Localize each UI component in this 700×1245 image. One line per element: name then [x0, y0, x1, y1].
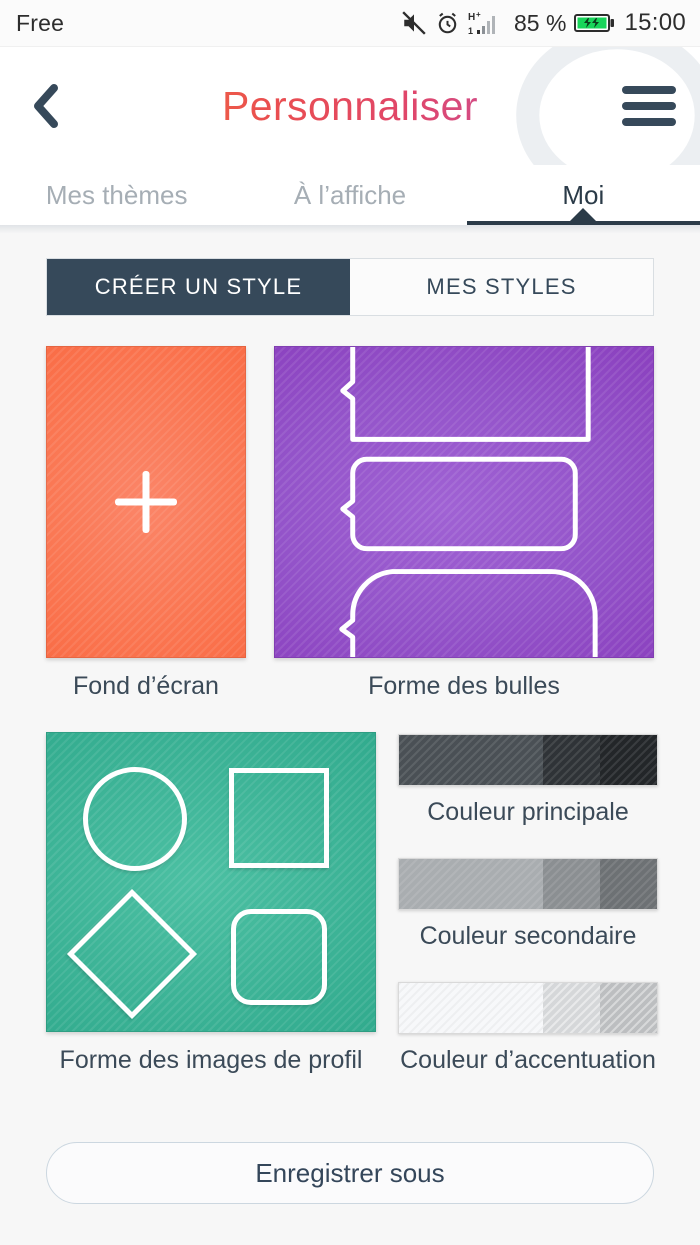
- secondary-color-swatch[interactable]: [398, 858, 658, 910]
- bubble-shape-card[interactable]: [274, 346, 654, 658]
- bubble-shape-card-label: Forme des bulles: [368, 672, 560, 700]
- diamond-shape-icon: [66, 888, 198, 1020]
- hamburger-menu-button[interactable]: [616, 77, 682, 135]
- page-title: Personnaliser: [0, 47, 700, 165]
- style-mode-segmented-control: CRÉER UN STYLE MES STYLES: [46, 258, 654, 316]
- bubble-shapes-illustration: [339, 347, 598, 657]
- primary-color-swatch[interactable]: [398, 734, 658, 786]
- tab-label: Mes thèmes: [45, 179, 188, 210]
- save-as-button-label: Enregistrer sous: [255, 1157, 445, 1188]
- plus-icon: [115, 498, 177, 506]
- pill-bubble-icon: [339, 569, 598, 657]
- carrier-label: Free: [16, 9, 65, 36]
- tab-a-laffiche[interactable]: À l’affiche: [233, 165, 466, 225]
- hamburger-menu-icon-bar: [622, 118, 676, 126]
- tab-mes-themes[interactable]: Mes thèmes: [0, 165, 233, 225]
- rounded-bubble-icon: [340, 456, 578, 552]
- swatch-segment: [543, 735, 601, 785]
- rounded-square-shape-icon: [231, 909, 327, 1005]
- battery-charging-icon: [574, 11, 616, 35]
- swatch-segment: [399, 735, 544, 785]
- square-shape-icon: [229, 768, 329, 868]
- swatch-segment: [600, 735, 657, 785]
- accent-color-label: Couleur d’accentuation: [400, 1046, 656, 1074]
- profile-shape-card-label: Forme des images de profil: [59, 1046, 363, 1074]
- battery-percent-label: 85 %: [514, 9, 567, 36]
- app-screen: Free H + 1 85 % 15:00 Personnaliser Mes …: [0, 0, 700, 1245]
- main-content: CRÉER UN STYLE MES STYLES Fond d’écran F…: [0, 234, 700, 1245]
- tab-bar: Mes thèmes À l’affiche Moi: [0, 165, 700, 225]
- hsplus-signal-icon: H + 1: [468, 10, 506, 36]
- profile-shape-card[interactable]: [46, 732, 376, 1032]
- swatch-segment: [600, 859, 657, 909]
- segment-mes-styles[interactable]: MES STYLES: [350, 259, 653, 315]
- wallpaper-card-label: Fond d’écran: [73, 672, 219, 700]
- square-bubble-icon: [340, 347, 591, 442]
- svg-text:H: H: [468, 12, 475, 23]
- hamburger-menu-icon-bar: [622, 86, 676, 94]
- app-header: Personnaliser: [0, 47, 700, 165]
- swatch-segment: [600, 983, 657, 1033]
- primary-color-label: Couleur principale: [427, 798, 629, 826]
- swatch-segment: [399, 859, 544, 909]
- wallpaper-card[interactable]: [46, 346, 246, 658]
- tab-label: À l’affiche: [293, 179, 407, 210]
- tab-moi[interactable]: Moi: [466, 165, 700, 225]
- circle-shape-icon: [83, 767, 187, 871]
- tab-bar-shadow: [0, 225, 700, 234]
- alarm-icon: [435, 11, 460, 36]
- status-bar: Free H + 1 85 % 15:00: [0, 0, 700, 47]
- swatch-segment: [543, 859, 601, 909]
- swatch-segment: [543, 983, 601, 1033]
- segment-label: MES STYLES: [426, 274, 577, 299]
- segment-label: CRÉER UN STYLE: [94, 274, 303, 299]
- svg-text:1: 1: [468, 26, 473, 36]
- accent-color-swatch[interactable]: [398, 982, 658, 1034]
- tab-label: Moi: [562, 179, 605, 210]
- status-icons: H + 1 85 % 15:00: [401, 9, 686, 37]
- mute-icon: [401, 10, 427, 36]
- hamburger-menu-icon-bar: [622, 102, 676, 110]
- swatch-segment: [399, 983, 544, 1033]
- clock-label: 15:00: [624, 9, 686, 36]
- segment-creer-un-style[interactable]: CRÉER UN STYLE: [47, 259, 350, 315]
- active-tab-caret-icon: [570, 208, 597, 221]
- save-as-button[interactable]: Enregistrer sous: [46, 1142, 654, 1204]
- svg-text:+: +: [476, 10, 481, 19]
- secondary-color-label: Couleur secondaire: [419, 922, 637, 950]
